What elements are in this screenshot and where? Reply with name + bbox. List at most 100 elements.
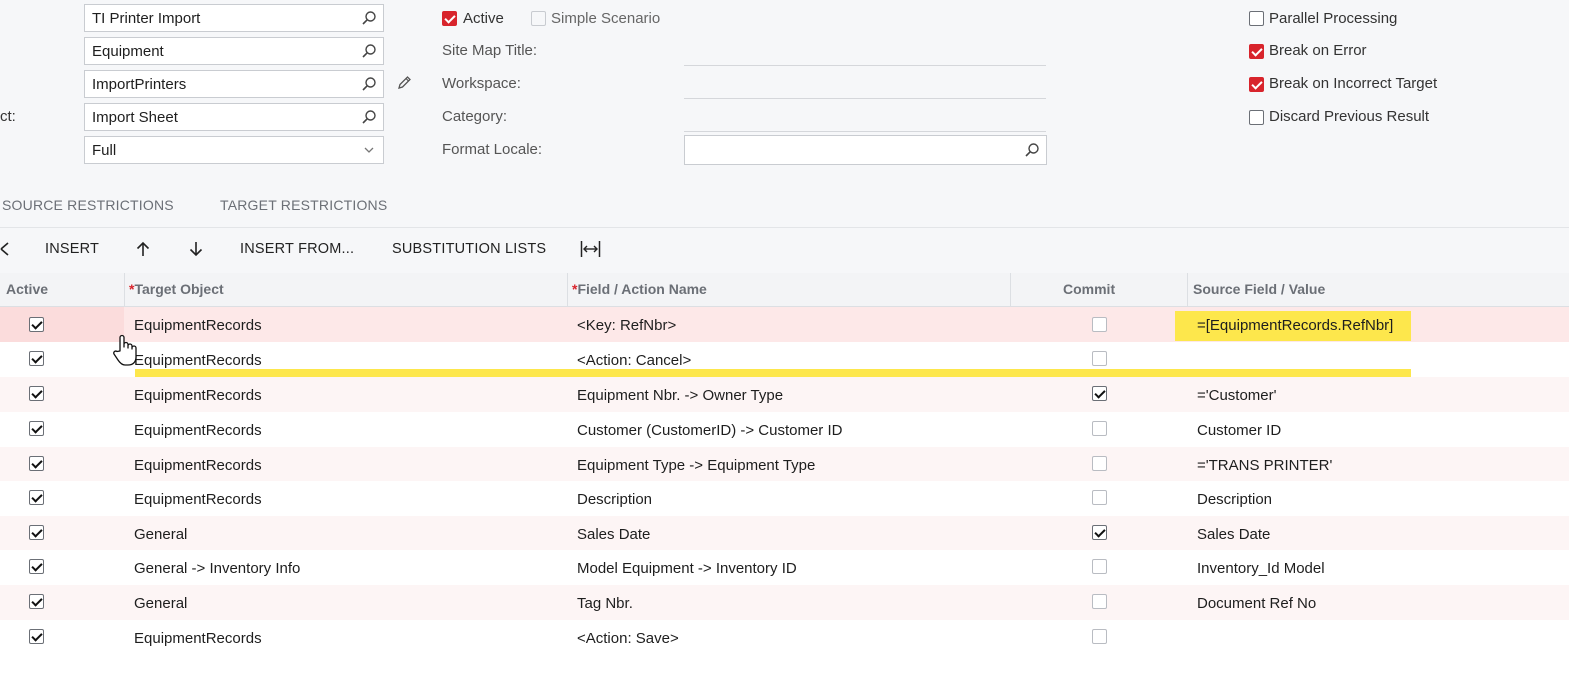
arrow-down-icon[interactable] bbox=[188, 241, 204, 257]
field-action-cell[interactable]: Equipment Type -> Equipment Type bbox=[577, 457, 815, 474]
close-icon[interactable] bbox=[0, 242, 10, 256]
search-icon[interactable] bbox=[361, 43, 377, 59]
source-field-cell[interactable]: Customer ID bbox=[1197, 422, 1281, 439]
table-row[interactable]: EquipmentRecords Equipment Type -> Equip… bbox=[0, 447, 1569, 483]
row-commit-checkbox[interactable] bbox=[1092, 629, 1107, 644]
target-object-cell[interactable]: EquipmentRecords bbox=[134, 352, 262, 369]
table-row[interactable]: EquipmentRecords <Key: RefNbr> =[Equipme… bbox=[0, 307, 1569, 343]
col-target-object-header[interactable]: *Target Object bbox=[129, 281, 224, 297]
col-source-field-header[interactable]: Source Field / Value bbox=[1193, 281, 1325, 297]
target-object-cell[interactable]: EquipmentRecords bbox=[134, 630, 262, 647]
discard-previous-result-checkbox[interactable] bbox=[1249, 110, 1264, 125]
pencil-edit-icon[interactable] bbox=[396, 75, 412, 91]
row-active-checkbox[interactable] bbox=[29, 421, 44, 436]
field-action-cell[interactable]: <Action: Save> bbox=[577, 630, 679, 647]
field-action-cell[interactable]: Equipment Nbr. -> Owner Type bbox=[577, 387, 783, 404]
sync-type-select[interactable]: Full bbox=[84, 136, 384, 164]
field-action-cell[interactable]: <Key: RefNbr> bbox=[577, 317, 676, 334]
break-on-error-checkbox[interactable] bbox=[1249, 44, 1264, 59]
target-object-cell[interactable]: EquipmentRecords bbox=[134, 457, 262, 474]
source-field-cell[interactable]: Sales Date bbox=[1197, 526, 1270, 543]
active-label: Active bbox=[463, 10, 504, 27]
break-on-incorrect-target-checkbox[interactable] bbox=[1249, 77, 1264, 92]
row-commit-checkbox[interactable] bbox=[1092, 386, 1107, 401]
arrow-up-icon[interactable] bbox=[135, 241, 151, 257]
col-field-action-header[interactable]: *Field / Action Name bbox=[572, 281, 707, 297]
field-action-cell[interactable]: Sales Date bbox=[577, 526, 650, 543]
table-row[interactable]: EquipmentRecords <Action: Save> bbox=[0, 620, 1569, 656]
name-value: TI Printer Import bbox=[92, 10, 201, 27]
screen-name-field[interactable]: Equipment bbox=[84, 37, 384, 65]
category-input[interactable] bbox=[684, 131, 1046, 132]
substitution-lists-button[interactable]: SUBSTITUTION LISTS bbox=[392, 241, 546, 257]
row-active-checkbox[interactable] bbox=[29, 525, 44, 540]
field-action-cell[interactable]: Model Equipment -> Inventory ID bbox=[577, 560, 797, 577]
row-active-checkbox[interactable] bbox=[29, 559, 44, 574]
table-row[interactable]: EquipmentRecords Equipment Nbr. -> Owner… bbox=[0, 377, 1569, 413]
field-action-cell[interactable]: Tag Nbr. bbox=[577, 595, 633, 612]
screen-name-value: Equipment bbox=[92, 43, 164, 60]
insert-from-button[interactable]: INSERT FROM... bbox=[240, 241, 354, 257]
col-commit-header[interactable]: Commit bbox=[1063, 281, 1115, 297]
row-active-checkbox[interactable] bbox=[29, 456, 44, 471]
source-field-cell[interactable]: ='TRANS PRINTER' bbox=[1197, 457, 1332, 474]
search-icon[interactable] bbox=[1024, 142, 1040, 158]
discard-previous-result-label: Discard Previous Result bbox=[1269, 108, 1430, 125]
row-active-checkbox[interactable] bbox=[29, 629, 44, 644]
graph-name-field[interactable]: ImportPrinters bbox=[84, 70, 384, 98]
format-locale-field[interactable] bbox=[684, 135, 1047, 165]
workspace-input[interactable] bbox=[684, 98, 1046, 99]
tab-target-restrictions[interactable]: TARGET RESTRICTIONS bbox=[220, 197, 387, 213]
site-map-title-input[interactable] bbox=[684, 65, 1046, 66]
active-checkbox[interactable] bbox=[442, 11, 457, 26]
parallel-processing-checkbox[interactable] bbox=[1249, 11, 1264, 26]
provider-object-field[interactable]: Import Sheet bbox=[84, 103, 384, 131]
table-row[interactable]: General Sales Date Sales Date bbox=[0, 516, 1569, 552]
break-on-error-label: Break on Error bbox=[1269, 42, 1367, 59]
name-field[interactable]: TI Printer Import bbox=[84, 4, 384, 32]
row-commit-checkbox[interactable] bbox=[1092, 525, 1107, 540]
row-commit-checkbox[interactable] bbox=[1092, 456, 1107, 471]
field-action-cell[interactable]: <Action: Cancel> bbox=[577, 352, 691, 369]
row-active-checkbox[interactable] bbox=[29, 317, 44, 332]
row-commit-checkbox[interactable] bbox=[1092, 317, 1107, 332]
tab-source-restrictions[interactable]: SOURCE RESTRICTIONS bbox=[2, 197, 174, 213]
source-field-cell[interactable]: =[EquipmentRecords.RefNbr] bbox=[1197, 317, 1393, 334]
row-commit-checkbox[interactable] bbox=[1092, 559, 1107, 574]
fit-columns-icon[interactable] bbox=[580, 240, 601, 258]
row-commit-checkbox[interactable] bbox=[1092, 421, 1107, 436]
table-row[interactable]: General Tag Nbr. Document Ref No bbox=[0, 585, 1569, 621]
target-object-cell[interactable]: General -> Inventory Info bbox=[134, 560, 300, 577]
search-icon[interactable] bbox=[361, 10, 377, 26]
search-icon[interactable] bbox=[361, 76, 377, 92]
row-commit-checkbox[interactable] bbox=[1092, 490, 1107, 505]
source-field-cell[interactable]: Description bbox=[1197, 491, 1272, 508]
grid-empty-area bbox=[0, 655, 1569, 697]
search-icon[interactable] bbox=[361, 109, 377, 125]
table-row[interactable]: EquipmentRecords Description Description bbox=[0, 481, 1569, 517]
row-active-checkbox[interactable] bbox=[29, 351, 44, 366]
col-active-header[interactable]: Active bbox=[6, 281, 48, 297]
source-field-cell[interactable]: Inventory_Id Model bbox=[1197, 560, 1325, 577]
row-commit-checkbox[interactable] bbox=[1092, 351, 1107, 366]
row-active-checkbox[interactable] bbox=[29, 490, 44, 505]
break-on-incorrect-target-label: Break on Incorrect Target bbox=[1269, 75, 1438, 92]
row-active-checkbox[interactable] bbox=[29, 386, 44, 401]
insert-button[interactable]: INSERT bbox=[45, 241, 99, 257]
target-object-cell[interactable]: General bbox=[134, 595, 187, 612]
workspace-label: Workspace: bbox=[442, 75, 521, 92]
source-field-cell[interactable]: Document Ref No bbox=[1197, 595, 1316, 612]
target-object-cell[interactable]: EquipmentRecords bbox=[134, 317, 262, 334]
row-active-checkbox[interactable] bbox=[29, 594, 44, 609]
target-object-cell[interactable]: EquipmentRecords bbox=[134, 387, 262, 404]
target-object-cell[interactable]: General bbox=[134, 526, 187, 543]
target-object-cell[interactable]: EquipmentRecords bbox=[134, 491, 262, 508]
field-action-cell[interactable]: Description bbox=[577, 491, 652, 508]
table-row[interactable]: EquipmentRecords Customer (CustomerID) -… bbox=[0, 412, 1569, 448]
field-action-cell[interactable]: Customer (CustomerID) -> Customer ID bbox=[577, 422, 842, 439]
target-object-cell[interactable]: EquipmentRecords bbox=[134, 422, 262, 439]
row-commit-checkbox[interactable] bbox=[1092, 594, 1107, 609]
source-field-cell[interactable]: ='Customer' bbox=[1197, 387, 1277, 404]
simple-scenario-checkbox[interactable] bbox=[531, 11, 546, 26]
table-row[interactable]: General -> Inventory Info Model Equipmen… bbox=[0, 550, 1569, 586]
